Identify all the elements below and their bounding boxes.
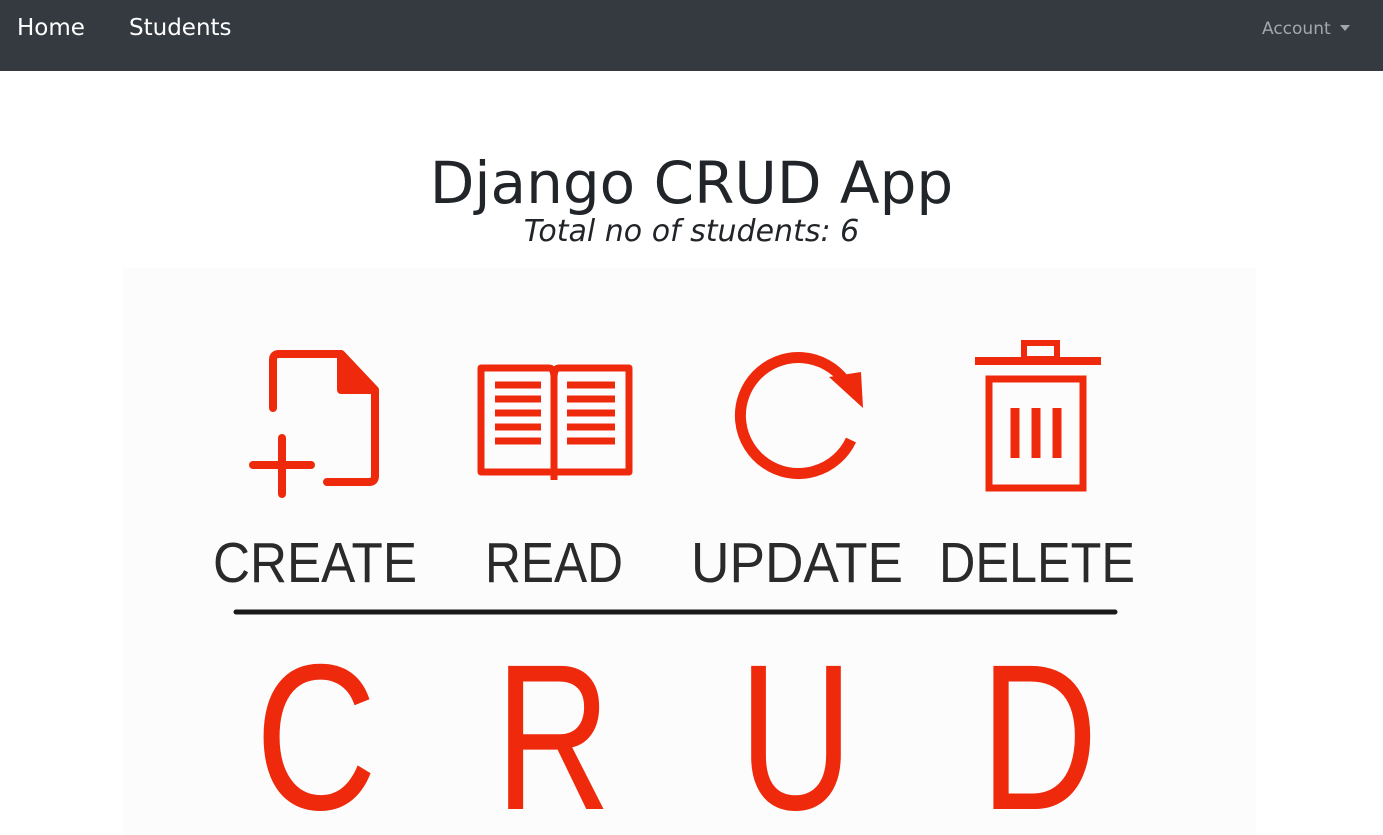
read-label: READ [485,531,623,595]
chevron-down-icon [1339,25,1350,31]
letter-r: R [495,622,611,835]
delete-label: DELETE [939,531,1135,595]
account-label: Account [1262,19,1331,39]
crud-banner-image: CREATE READ UPDATE DELETE C R U D [123,268,1256,835]
open-book-icon [477,364,633,480]
refresh-icon [734,352,863,479]
nav-home-link[interactable]: Home [17,12,85,44]
navbar: Home Students Account [0,0,1383,71]
letter-c: C [255,622,377,835]
create-label: CREATE [213,531,417,595]
trash-icon [975,340,1101,492]
account-dropdown[interactable]: Account [1262,18,1350,40]
update-label: UPDATE [691,531,903,595]
letter-u: U [739,622,853,835]
file-add-icon [249,350,379,498]
student-count: Total no of students: 6 [523,214,860,249]
letter-d: D [980,622,1098,835]
nav-students-link[interactable]: Students [129,12,232,44]
